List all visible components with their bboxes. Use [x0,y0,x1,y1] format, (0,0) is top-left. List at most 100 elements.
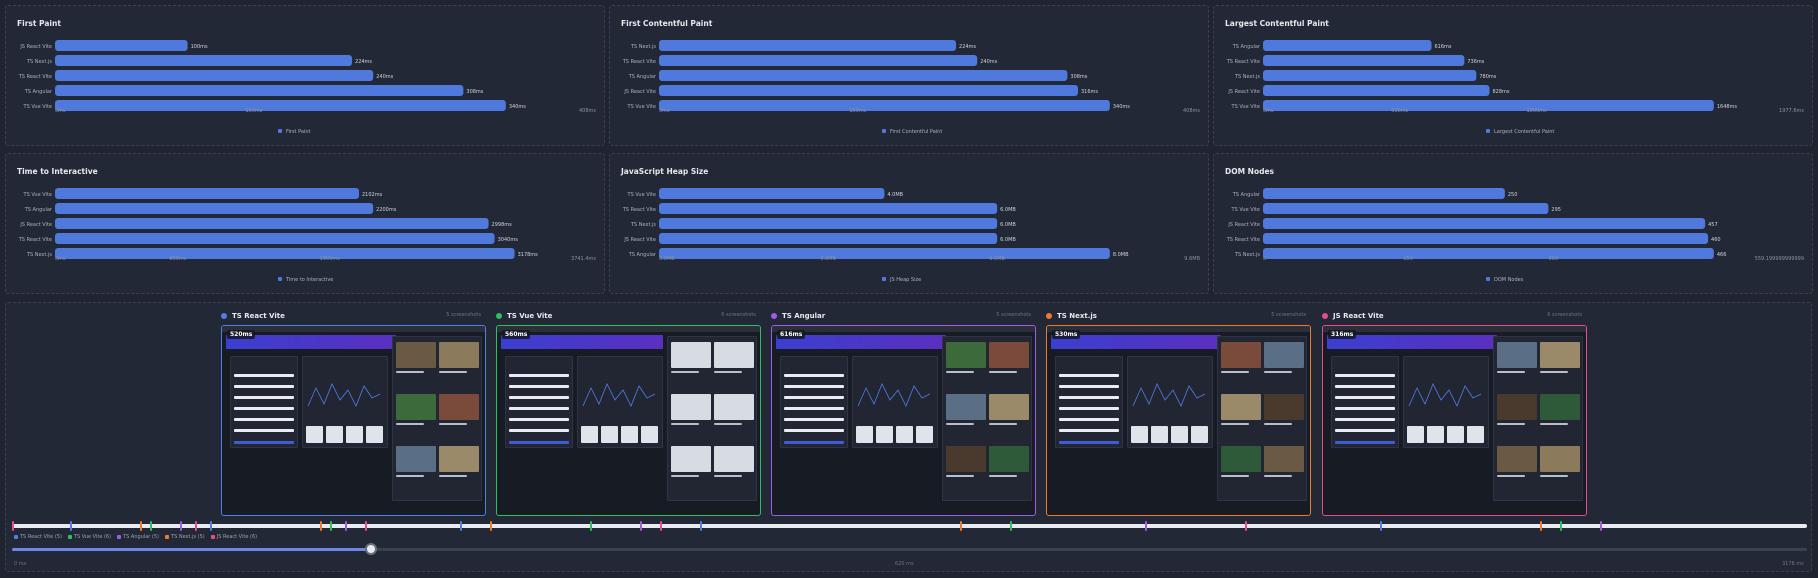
value-label: 308ms [1070,74,1087,80]
value-label: 6.0MB [1000,237,1016,243]
timeline-screenshot-marker[interactable] [365,521,367,531]
mock-product-image [396,394,436,420]
screenshot-count: 6 screenshots [721,312,756,318]
app-screenshot[interactable]: 520ms [221,325,486,516]
mock-stat-card [621,426,638,443]
mock-input [784,418,844,421]
value-label: 3040ms [498,237,519,243]
x-tick-label: 0ms [55,256,66,262]
legend-label: TS Vue Vite (6) [73,534,112,540]
timeline-screenshot-marker[interactable] [180,521,182,531]
mock-product-text [1221,371,1249,373]
time-slider-thumb[interactable] [365,543,377,555]
bar-ts-vue-vite [659,100,1110,111]
chart-dom-nodes: TS Angular 250 TS Vue Vite 295 JS React Vite… [1226,188,1804,283]
timeline-screenshot-marker[interactable] [195,521,197,531]
mock-product-text [439,371,467,373]
bar-js-react-vite [1263,85,1490,96]
x-tick-label: 408ms [579,108,596,114]
timeline-screenshot-marker[interactable] [1600,521,1602,531]
app-screenshot[interactable]: 616ms [771,325,1036,516]
timeline-screenshot-marker[interactable] [460,521,462,531]
timeline-screenshot-marker[interactable] [590,521,592,531]
timeline-screenshot-marker[interactable] [70,521,72,531]
timeline-screenshot-marker[interactable] [210,521,212,531]
bar-ts-react-vite [1263,233,1709,244]
mock-input [784,385,844,388]
timeline-screenshot-marker[interactable] [960,521,962,531]
mock-product-text [1540,475,1568,477]
timeline-screenshot-marker[interactable] [12,521,14,531]
value-label: 224ms [355,59,372,65]
timeline-screenshot-marker[interactable] [320,521,322,531]
app-screenshot[interactable]: 530ms [1046,325,1311,516]
chart-time-to-interactive: TS Vue Vite 2102ms TS Angular 2200ms JS Reac… [18,188,596,283]
timeline-screenshot-marker[interactable] [660,521,662,531]
bar-ts-react-vite [659,203,998,214]
timeline-screenshot-marker[interactable] [1380,521,1382,531]
timeline-screenshot-marker[interactable] [640,521,642,531]
category-label: JS React Vite [623,89,656,95]
value-label: 6.0MB [1000,207,1016,213]
mock-stat-card [856,426,873,443]
x-tick-label: 1000ms [1526,108,1547,114]
screenshot-count: 5 screenshots [1271,312,1306,318]
mock-product-text [671,475,699,477]
x-tick-label: 1900ms [320,256,341,262]
legend-swatch [117,535,122,539]
legend-swatch [278,277,282,281]
mock-stat-card [1171,426,1188,443]
timeline-screenshot-marker[interactable] [330,521,332,531]
legend-label: JS React Vite (6) [216,534,258,540]
legend-swatch [67,535,72,539]
mock-stat-card [1131,426,1148,443]
mock-product-image [439,446,479,472]
mock-stat-card [1407,426,1424,443]
screenshot-header: TS Vue Vite [496,310,552,322]
x-tick-label: 3.0MB [820,256,836,262]
value-label: 616ms [1435,44,1452,50]
bar-ts-next-js [659,40,957,51]
timeline-screenshot-marker[interactable] [700,521,702,531]
mock-stat-card [306,426,323,443]
mock-product-text [1497,371,1525,373]
bar-ts-angular [1263,188,1505,199]
mock-product-text [671,423,699,425]
category-label: TS Vue Vite [1231,207,1260,213]
timeline-screenshot-marker[interactable] [1010,521,1012,531]
timeline-screenshot-marker[interactable] [1145,521,1147,531]
timeline-screenshot-marker[interactable] [140,521,142,531]
mock-product-image [1540,342,1580,368]
category-label: TS Vue Vite [627,104,656,110]
app-screenshot[interactable]: 560ms [496,325,761,516]
framework-color-dot [1046,313,1052,319]
category-label: TS Vue Vite [23,192,52,198]
mock-form-panel [1055,356,1123,448]
app-screenshot[interactable]: 316ms [1322,325,1587,516]
mock-line-chart [307,383,381,407]
timeline-screenshot-marker[interactable] [345,521,347,531]
screenshot-count: 6 screenshots [1547,312,1582,318]
mock-product-text [989,371,1017,373]
timeline-screenshot-marker[interactable] [1245,521,1247,531]
timeline-screenshot-marker[interactable] [490,521,492,531]
legend-label: First Contentful Paint [890,129,942,135]
mock-form-panel [1331,356,1399,448]
timeline-screenshot-marker[interactable] [1540,521,1542,531]
chart-panel-first-contentful-paint: First Contentful Paint TS Next.js 224ms TS… [609,5,1209,146]
bar-ts-next-js [55,248,515,259]
mock-topbar [1047,326,1310,332]
timeline-legend-item: TS React Vite (5) [14,534,62,540]
mock-product-text [1264,423,1292,425]
x-tick-label: 500ms [1391,108,1408,114]
mock-product-text [989,475,1017,477]
mock-input [1335,429,1395,432]
mock-product-image [1221,342,1261,368]
timeline-screenshot-marker[interactable] [150,521,152,531]
chart-first-contentful-paint: TS Next.js 224ms TS React Vite 240ms TS Angu… [622,40,1200,135]
chart-js-heap-size: TS Vue Vite 4.0MB TS React Vite 6.0MB TS Nex… [622,188,1201,283]
bar-js-react-vite [55,40,188,51]
timeline-screenshot-marker[interactable] [1560,521,1562,531]
timeline-track[interactable] [12,524,1807,528]
value-label: 828ms [1493,89,1510,95]
